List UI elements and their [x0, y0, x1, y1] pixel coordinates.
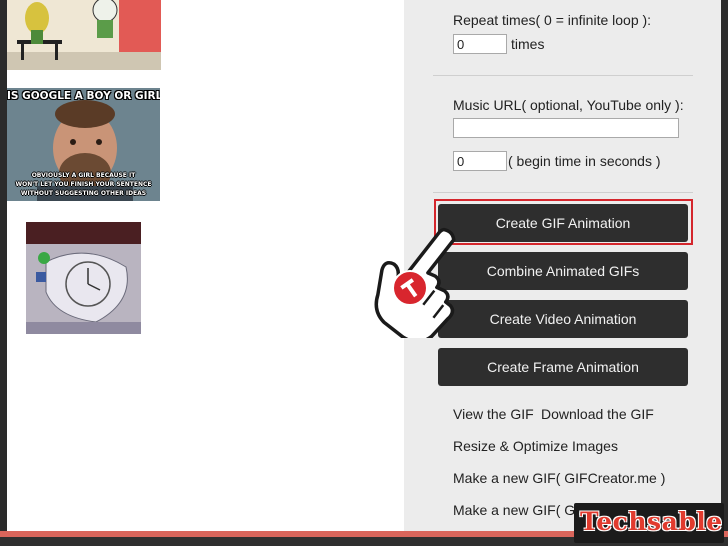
begin-time-suffix: ( begin time in seconds ) [508, 153, 661, 169]
make-new-gif-link-2[interactable]: Make a new GIF( G [453, 502, 575, 518]
cartoon-thumbnail-art [7, 0, 161, 70]
divider-1 [433, 75, 693, 76]
repeat-times-input[interactable] [453, 34, 507, 54]
cartoon-thumbnail[interactable] [7, 0, 161, 70]
meme-thumbnail[interactable]: IS GOOGLE A BOY OR GIRL? OBVIOUSLY A GIR… [7, 88, 160, 201]
techsable-logo-text: Techsable [580, 507, 723, 536]
clock-thumbnail[interactable] [26, 222, 141, 334]
divider-2 [433, 192, 693, 193]
combine-animated-gifs-button[interactable]: Combine Animated GIFs [438, 252, 688, 290]
music-url-input[interactable] [453, 118, 679, 138]
meme-bottom-line-2: WON'T LET YOU FINISH YOUR SENTENCE [15, 181, 152, 188]
meme-top-text: IS GOOGLE A BOY OR GIRL? [7, 90, 160, 102]
clock-thumbnail-art [26, 222, 141, 334]
music-url-label: Music URL( optional, YouTube only ): [453, 97, 684, 113]
create-video-animation-button[interactable]: Create Video Animation [438, 300, 688, 338]
meme-bottom-line-1: OBVIOUSLY A GIRL BECAUSE IT [31, 172, 136, 179]
meme-bottom-line-3: WITHOUT SUGGESTING OTHER IDEAS [20, 190, 147, 197]
pointing-hand-icon [374, 227, 456, 338]
repeat-times-label: Repeat times( 0 = infinite loop ): [453, 12, 652, 28]
resize-optimize-link[interactable]: Resize & Optimize Images [453, 438, 618, 454]
thumbnail-column: IS GOOGLE A BOY OR GIRL? OBVIOUSLY A GIR… [0, 0, 400, 531]
create-gif-animation-button[interactable]: Create GIF Animation [438, 204, 688, 242]
techsable-logo: Techsable [574, 503, 724, 543]
repeat-times-suffix: times [511, 36, 545, 52]
download-gif-link[interactable]: Download the GIF [541, 406, 654, 422]
begin-time-input[interactable] [453, 151, 507, 171]
view-gif-link[interactable]: View the GIF [453, 406, 534, 422]
make-new-gif-link-1[interactable]: Make a new GIF( GIFCreator.me ) [453, 470, 665, 486]
create-frame-animation-button[interactable]: Create Frame Animation [438, 348, 688, 386]
